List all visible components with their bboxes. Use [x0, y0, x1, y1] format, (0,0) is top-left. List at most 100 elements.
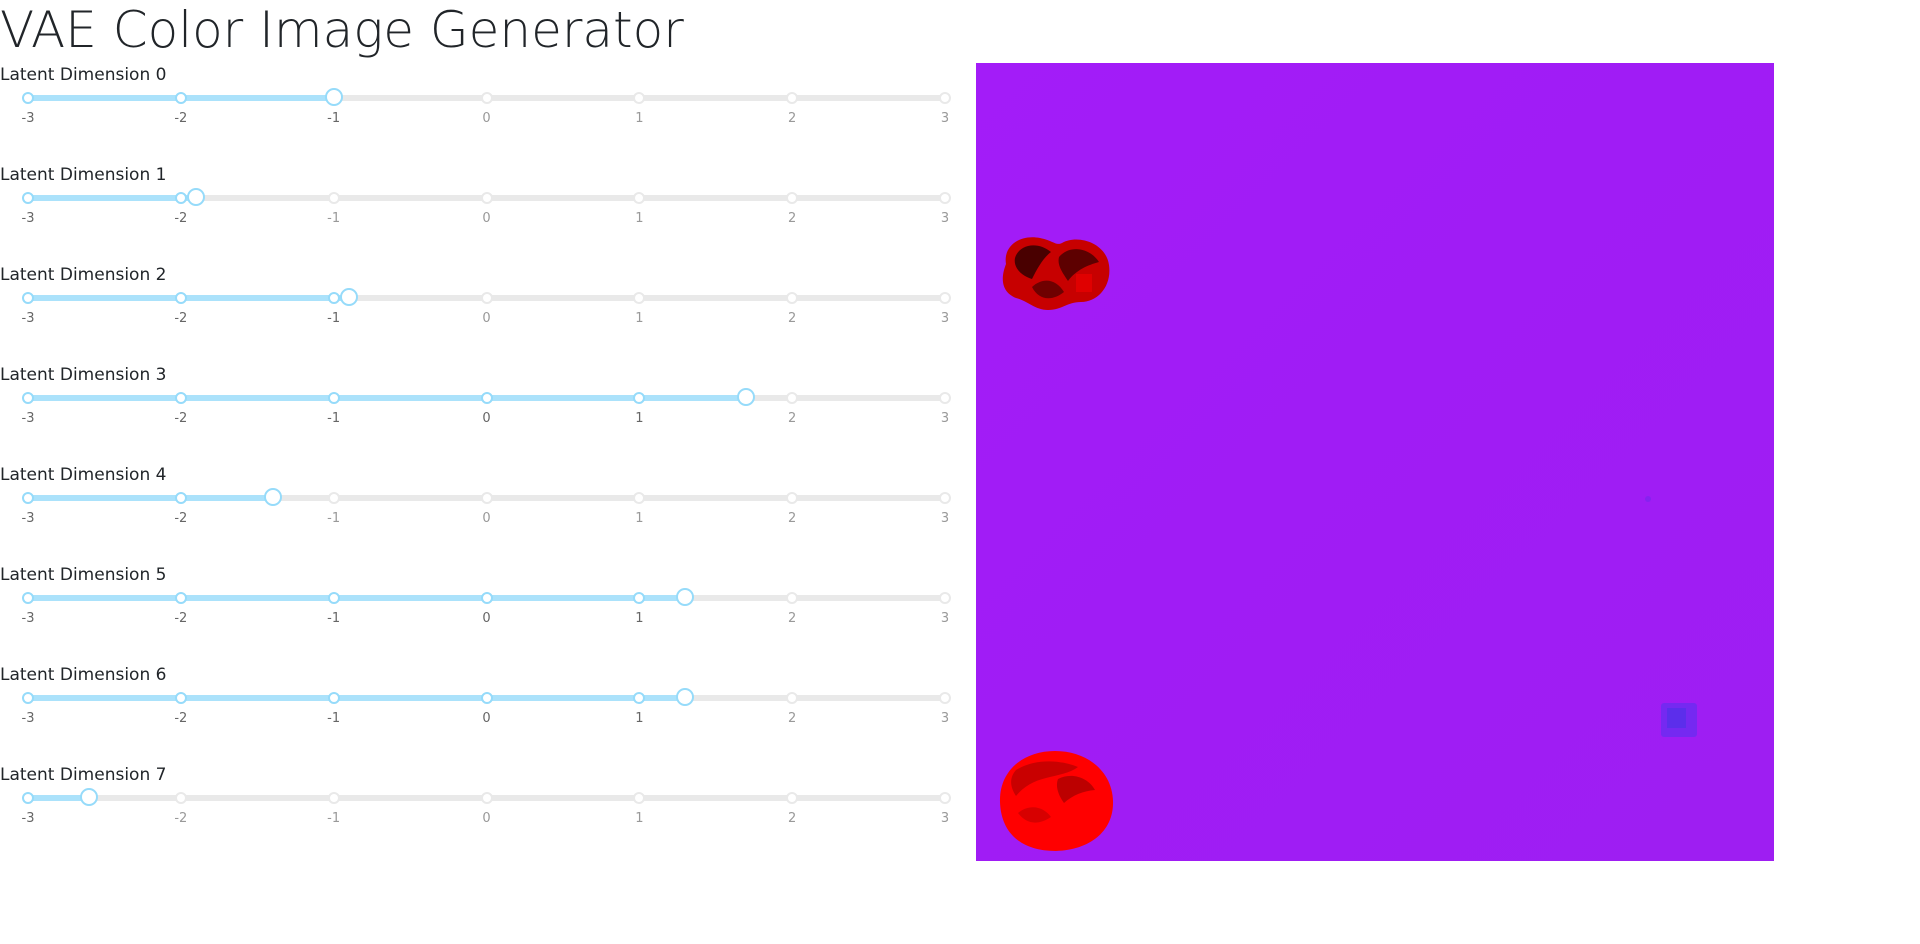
- latent-dimension-3-mark-dot-5[interactable]: [786, 392, 799, 404]
- latent-dimension-0-mark-label-0[interactable]: -3: [8, 111, 48, 127]
- latent-dimension-5-mark-dot-3[interactable]: [480, 592, 493, 604]
- latent-dimension-4-mark-dot-6[interactable]: [939, 492, 951, 504]
- latent-dimension-7-mark-dot-5[interactable]: [786, 792, 799, 804]
- latent-dimension-6-mark-dot-5[interactable]: [786, 692, 799, 704]
- latent-dimension-3-mark-dot-2[interactable]: [327, 392, 340, 404]
- latent-dimension-0-mark-dot-1[interactable]: [174, 92, 187, 104]
- latent-dimension-0-slider[interactable]: -3 -2 -1 0 1 2 3: [22, 88, 951, 126]
- latent-dimension-7-mark-label-2[interactable]: -1: [314, 811, 354, 827]
- latent-dimension-4-mark-dot-4[interactable]: [633, 492, 646, 504]
- latent-dimension-4-mark-dot-1[interactable]: [174, 492, 187, 504]
- latent-dimension-0-mark-label-5[interactable]: 2: [772, 111, 812, 127]
- latent-dimension-5-mark-dot-6[interactable]: [939, 592, 951, 604]
- latent-dimension-2-handle[interactable]: [339, 288, 358, 306]
- latent-dimension-7-mark-label-3[interactable]: 0: [467, 811, 507, 827]
- latent-dimension-1-mark-label-2[interactable]: -1: [314, 211, 354, 227]
- latent-dimension-1-handle[interactable]: [187, 188, 206, 206]
- latent-dimension-5-mark-label-1[interactable]: -2: [161, 611, 201, 627]
- latent-dimension-5-mark-dot-2[interactable]: [327, 592, 340, 604]
- latent-dimension-3-mark-label-2[interactable]: -1: [314, 411, 354, 427]
- latent-dimension-6-mark-label-2[interactable]: -1: [314, 711, 354, 727]
- latent-dimension-6-mark-label-6[interactable]: 3: [925, 711, 965, 727]
- latent-dimension-0-mark-dot-3[interactable]: [480, 92, 493, 104]
- latent-dimension-3-mark-label-5[interactable]: 2: [772, 411, 812, 427]
- latent-dimension-2-mark-label-1[interactable]: -2: [161, 311, 201, 327]
- latent-dimension-7-mark-label-0[interactable]: -3: [8, 811, 48, 827]
- latent-dimension-0-mark-label-4[interactable]: 1: [619, 111, 659, 127]
- latent-dimension-3-mark-label-4[interactable]: 1: [619, 411, 659, 427]
- latent-dimension-4-mark-label-3[interactable]: 0: [467, 511, 507, 527]
- latent-dimension-1-mark-dot-5[interactable]: [786, 192, 799, 204]
- latent-dimension-6-mark-label-4[interactable]: 1: [619, 711, 659, 727]
- latent-dimension-0-mark-label-1[interactable]: -2: [161, 111, 201, 127]
- latent-dimension-4-mark-label-5[interactable]: 2: [772, 511, 812, 527]
- latent-dimension-1-mark-dot-3[interactable]: [480, 192, 493, 204]
- latent-dimension-4-mark-label-0[interactable]: -3: [8, 511, 48, 527]
- latent-dimension-1-mark-label-1[interactable]: -2: [161, 211, 201, 227]
- latent-dimension-3-mark-label-6[interactable]: 3: [925, 411, 965, 427]
- latent-dimension-1-mark-label-3[interactable]: 0: [467, 211, 507, 227]
- latent-dimension-6-mark-dot-6[interactable]: [939, 692, 951, 704]
- latent-dimension-6-mark-label-1[interactable]: -2: [161, 711, 201, 727]
- latent-dimension-6-mark-dot-2[interactable]: [327, 692, 340, 704]
- latent-dimension-5-mark-dot-5[interactable]: [786, 592, 799, 604]
- latent-dimension-5-handle[interactable]: [676, 588, 695, 606]
- latent-dimension-0-mark-label-3[interactable]: 0: [467, 111, 507, 127]
- latent-dimension-4-mark-label-1[interactable]: -2: [161, 511, 201, 527]
- latent-dimension-7-slider[interactable]: -3 -2 -1 0 1 2 3: [22, 788, 951, 826]
- latent-dimension-6-mark-label-5[interactable]: 2: [772, 711, 812, 727]
- latent-dimension-6-mark-label-3[interactable]: 0: [467, 711, 507, 727]
- latent-dimension-0-mark-dot-4[interactable]: [633, 92, 646, 104]
- latent-dimension-0-handle[interactable]: [324, 88, 343, 106]
- latent-dimension-0-mark-dot-6[interactable]: [939, 92, 951, 104]
- latent-dimension-4-mark-dot-2[interactable]: [327, 492, 340, 504]
- latent-dimension-5-mark-label-4[interactable]: 1: [619, 611, 659, 627]
- latent-dimension-7-handle[interactable]: [80, 788, 99, 806]
- latent-dimension-4-mark-label-6[interactable]: 3: [925, 511, 965, 527]
- latent-dimension-2-mark-dot-1[interactable]: [174, 292, 187, 304]
- latent-dimension-1-mark-dot-4[interactable]: [633, 192, 646, 204]
- latent-dimension-0-mark-dot-0[interactable]: [22, 92, 34, 104]
- latent-dimension-7-mark-dot-6[interactable]: [939, 792, 951, 804]
- latent-dimension-5-mark-label-6[interactable]: 3: [925, 611, 965, 627]
- latent-dimension-5-mark-label-3[interactable]: 0: [467, 611, 507, 627]
- latent-dimension-5-mark-dot-1[interactable]: [174, 592, 187, 604]
- latent-dimension-4-mark-dot-3[interactable]: [480, 492, 493, 504]
- latent-dimension-7-mark-dot-4[interactable]: [633, 792, 646, 804]
- latent-dimension-7-mark-label-5[interactable]: 2: [772, 811, 812, 827]
- latent-dimension-1-mark-label-4[interactable]: 1: [619, 211, 659, 227]
- latent-dimension-5-mark-label-5[interactable]: 2: [772, 611, 812, 627]
- latent-dimension-6-mark-label-0[interactable]: -3: [8, 711, 48, 727]
- latent-dimension-5-mark-label-2[interactable]: -1: [314, 611, 354, 627]
- latent-dimension-5-mark-dot-4[interactable]: [633, 592, 646, 604]
- latent-dimension-3-mark-dot-3[interactable]: [480, 392, 493, 404]
- latent-dimension-7-mark-label-1[interactable]: -2: [161, 811, 201, 827]
- latent-dimension-3-mark-dot-0[interactable]: [22, 392, 34, 404]
- latent-dimension-1-mark-dot-6[interactable]: [939, 192, 951, 204]
- latent-dimension-2-mark-dot-0[interactable]: [22, 292, 34, 304]
- latent-dimension-1-slider[interactable]: -3 -2 -1 0 1 2 3: [22, 188, 951, 226]
- latent-dimension-3-mark-label-1[interactable]: -2: [161, 411, 201, 427]
- latent-dimension-3-mark-label-0[interactable]: -3: [8, 411, 48, 427]
- latent-dimension-4-mark-dot-0[interactable]: [22, 492, 34, 504]
- latent-dimension-7-mark-label-6[interactable]: 3: [925, 811, 965, 827]
- latent-dimension-7-mark-dot-2[interactable]: [327, 792, 340, 804]
- latent-dimension-4-slider[interactable]: -3 -2 -1 0 1 2 3: [22, 488, 951, 526]
- latent-dimension-7-mark-label-4[interactable]: 1: [619, 811, 659, 827]
- latent-dimension-2-mark-label-2[interactable]: -1: [314, 311, 354, 327]
- latent-dimension-2-mark-label-5[interactable]: 2: [772, 311, 812, 327]
- latent-dimension-1-mark-dot-0[interactable]: [22, 192, 34, 204]
- latent-dimension-2-mark-dot-6[interactable]: [939, 292, 951, 304]
- latent-dimension-6-handle[interactable]: [676, 688, 695, 706]
- latent-dimension-2-mark-label-0[interactable]: -3: [8, 311, 48, 327]
- latent-dimension-6-slider[interactable]: -3 -2 -1 0 1 2 3: [22, 688, 951, 726]
- latent-dimension-5-slider[interactable]: -3 -2 -1 0 1 2 3: [22, 588, 951, 626]
- latent-dimension-3-mark-label-3[interactable]: 0: [467, 411, 507, 427]
- latent-dimension-7-mark-dot-3[interactable]: [480, 792, 493, 804]
- latent-dimension-6-mark-dot-3[interactable]: [480, 692, 493, 704]
- latent-dimension-0-mark-dot-5[interactable]: [786, 92, 799, 104]
- latent-dimension-4-mark-label-2[interactable]: -1: [314, 511, 354, 527]
- latent-dimension-2-slider[interactable]: -3 -2 -1 0 1 2 3: [22, 288, 951, 326]
- latent-dimension-3-mark-dot-6[interactable]: [939, 392, 951, 404]
- latent-dimension-4-handle[interactable]: [263, 488, 282, 506]
